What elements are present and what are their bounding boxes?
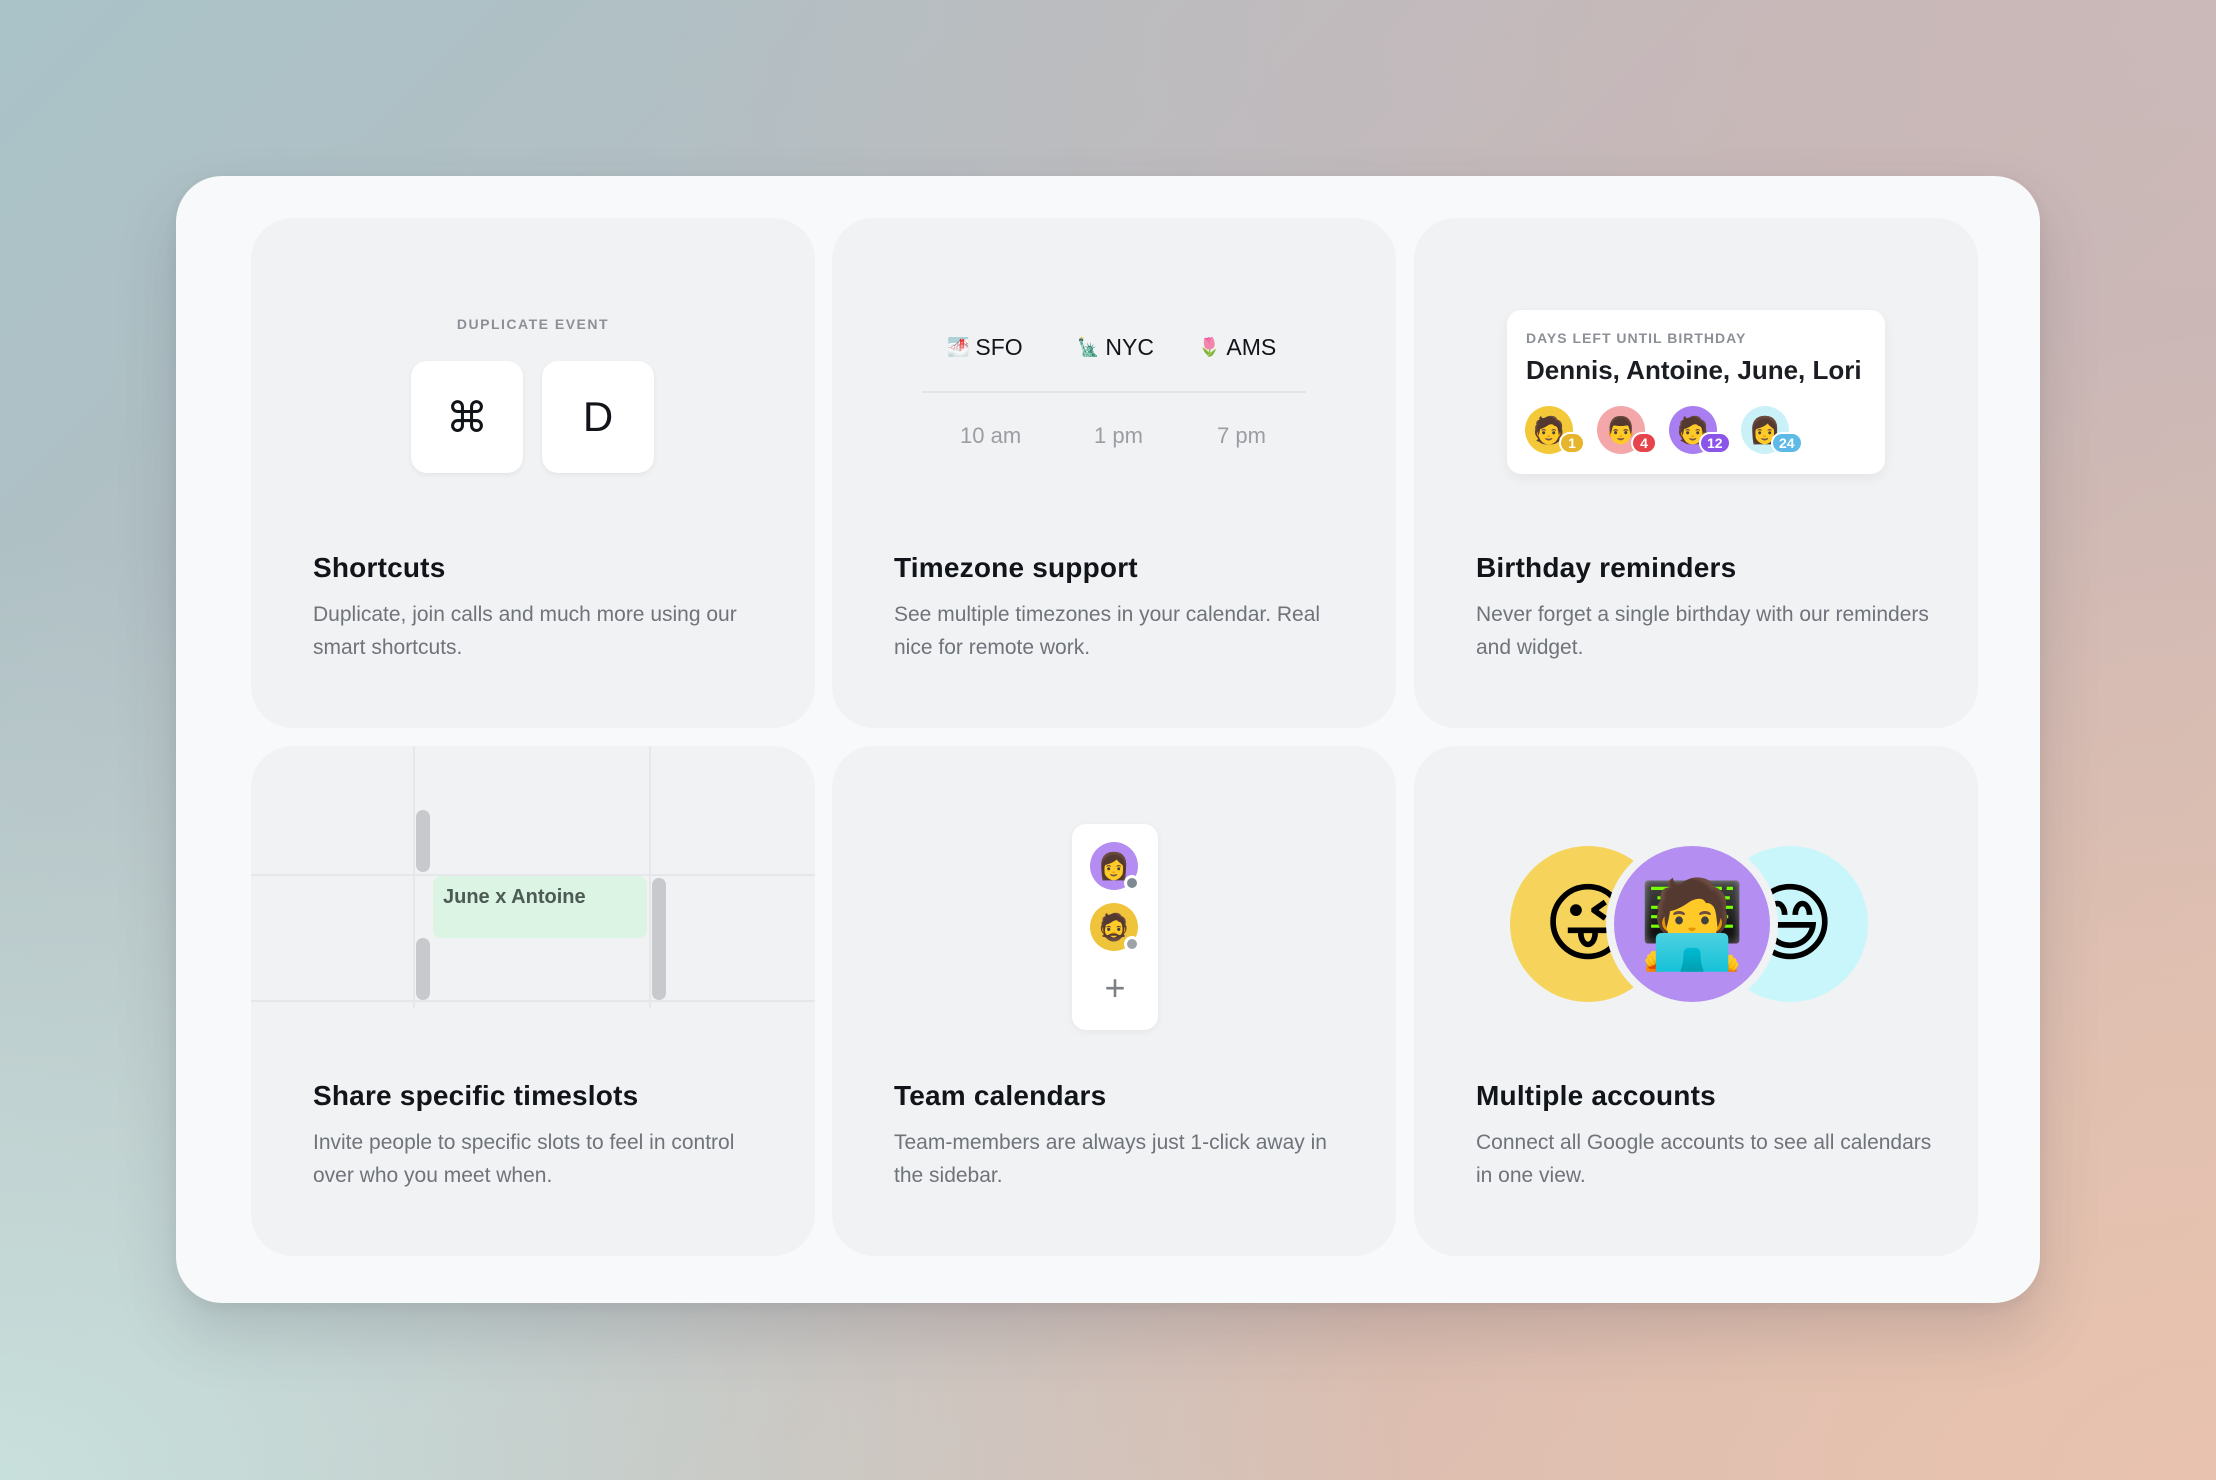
features-panel: DUPLICATE EVENT ⌘ D Shortcuts Duplicate,…	[176, 176, 2040, 1303]
timezone-label: AMS	[1226, 334, 1277, 360]
timezone-label: NYC	[1105, 334, 1154, 360]
card-description: Duplicate, join calls and much more usin…	[313, 603, 737, 659]
card-birthday: DAYS LEFT UNTIL BIRTHDAY Dennis, Antoine…	[1414, 218, 1978, 728]
status-dot	[1124, 875, 1140, 891]
card-title: Team calendars	[894, 1080, 1107, 1111]
card-description: Connect all Google accounts to see all c…	[1476, 1131, 1932, 1187]
card-description: See multiple timezones in your calendar.…	[894, 603, 1321, 659]
card-shortcuts: DUPLICATE EVENT ⌘ D Shortcuts Duplicate,…	[251, 218, 815, 728]
birthday-names: Dennis, Antoine, June, Lori	[1526, 355, 1862, 385]
d-key: D	[542, 361, 654, 473]
duplicate-event-label: DUPLICATE EVENT	[456, 316, 610, 332]
card-title: Shortcuts	[313, 552, 446, 583]
card-title: Birthday reminders	[1476, 552, 1737, 583]
days-left-badge: 4	[1631, 432, 1657, 454]
card-description: Team-members are always just 1-click awa…	[894, 1131, 1327, 1187]
grid-line	[413, 746, 415, 1008]
drag-handle[interactable]	[416, 810, 430, 872]
team-sidebar: 👩 🧔 +	[1072, 824, 1158, 1030]
birthday-widget-label: DAYS LEFT UNTIL BIRTHDAY	[1526, 330, 1747, 346]
card-description: Never forget a single birthday with our …	[1476, 603, 1929, 659]
card-description: Invite people to specific slots to feel …	[313, 1131, 735, 1187]
drag-handle[interactable]	[652, 878, 666, 1000]
card-title: Timezone support	[894, 552, 1138, 583]
card-team: 👩 🧔 + Team calendars Team-members are al…	[832, 746, 1396, 1256]
card-title: Share specific timeslots	[313, 1080, 639, 1111]
divider	[922, 391, 1306, 393]
timezone-time: 1 pm	[1094, 423, 1143, 448]
timezone-nyc: 🗽 NYC	[1077, 334, 1154, 361]
timezone-label: SFO	[975, 334, 1023, 360]
timezone-time: 10 am	[960, 423, 1022, 448]
command-key: ⌘	[411, 361, 523, 473]
golden-gate-icon: 🌁	[947, 337, 970, 357]
drag-handle[interactable]	[416, 938, 430, 1000]
card-title: Multiple accounts	[1476, 1080, 1716, 1111]
card-accounts: 😜 😄 🧑‍💻 Multiple accounts Connect all Go…	[1414, 746, 1978, 1256]
event-slot[interactable]: June x Antoine	[433, 876, 647, 938]
days-left-badge: 24	[1771, 432, 1803, 454]
grid-line	[649, 746, 651, 1008]
card-timezone: 🌁 SFO 🗽 NYC 🌷 AMS 10 am 1 pm 7 pm Timezo…	[832, 218, 1396, 728]
timezone-ams: 🌷 AMS	[1198, 334, 1276, 361]
status-dot	[1124, 936, 1140, 952]
grid-line	[251, 1000, 815, 1002]
tulip-icon: 🌷	[1198, 337, 1221, 357]
card-timeslots: June x Antoine Share specific timeslots …	[251, 746, 815, 1256]
timezone-time: 7 pm	[1217, 423, 1266, 448]
account-avatar: 🧑‍💻	[1606, 838, 1778, 1010]
plus-icon[interactable]: +	[1072, 966, 1158, 1010]
timezone-sfo: 🌁 SFO	[947, 334, 1023, 361]
birthday-widget: DAYS LEFT UNTIL BIRTHDAY Dennis, Antoine…	[1507, 310, 1885, 474]
days-left-badge: 12	[1699, 432, 1731, 454]
statue-of-liberty-icon: 🗽	[1077, 337, 1100, 357]
days-left-badge: 1	[1559, 432, 1585, 454]
